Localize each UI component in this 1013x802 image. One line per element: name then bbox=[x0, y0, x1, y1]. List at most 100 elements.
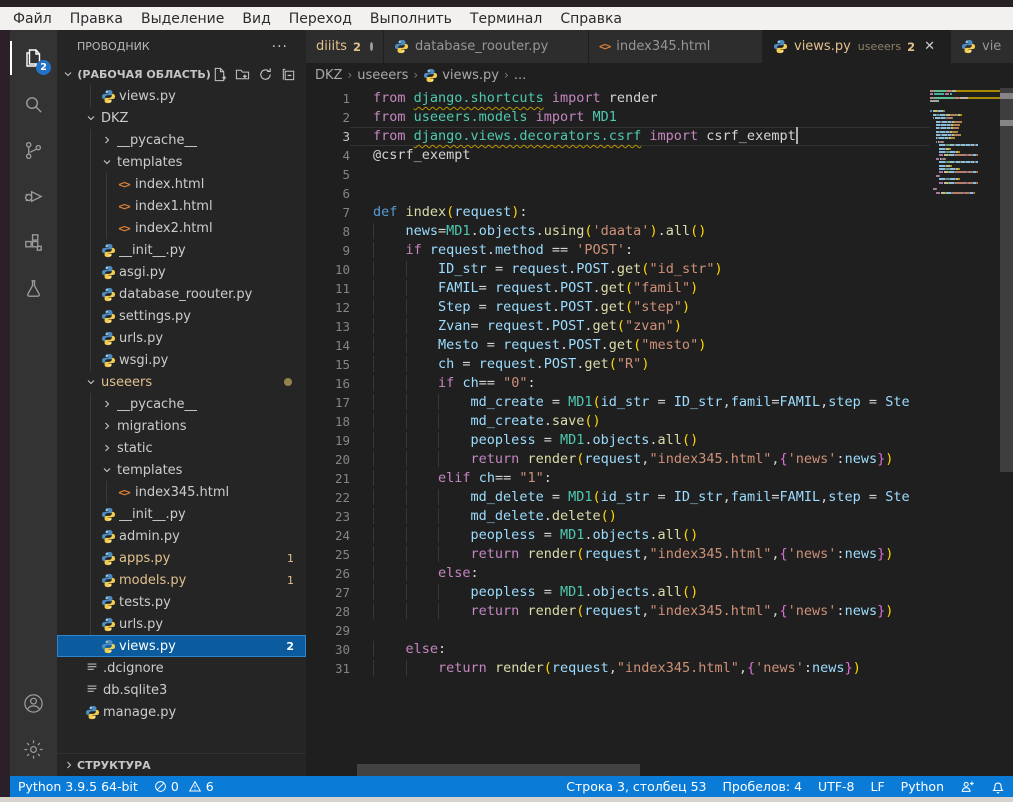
code-line-7[interactable]: 7def index(request): bbox=[306, 203, 1013, 222]
code-line-24[interactable]: 24 peopless = MD1.objects.all() bbox=[306, 526, 1013, 545]
file-tree-item-views-py[interactable]: views.py2 bbox=[57, 635, 306, 657]
code-line-13[interactable]: 13 Zvan= request.POST.get("zvan") bbox=[306, 317, 1013, 336]
encoding-item[interactable]: UTF-8 bbox=[810, 779, 862, 794]
file-tree-item-asgi-py[interactable]: asgi.py bbox=[57, 261, 306, 283]
code-line-14[interactable]: 14 Mesto = request.POST.get("mesto") bbox=[306, 336, 1013, 355]
menu-item-7[interactable]: Терминал bbox=[461, 11, 551, 27]
breadcrumb-item-views-py[interactable]: views.py bbox=[423, 68, 499, 83]
code-line-22[interactable]: 22 md_delete = MD1(id_str = ID_str,famil… bbox=[306, 488, 1013, 507]
workspace-section-header[interactable]: (РАБОЧАЯ ОБЛАСТЬ) ... bbox=[57, 63, 306, 85]
line-number[interactable]: 28 bbox=[306, 602, 350, 621]
code-line-6[interactable]: 6 bbox=[306, 184, 1013, 203]
vertical-scrollbar[interactable] bbox=[1000, 87, 1013, 776]
new-folder-icon[interactable] bbox=[235, 67, 250, 82]
file-tree-item--init-py[interactable]: __init__.py bbox=[57, 503, 306, 525]
line-number[interactable]: 7 bbox=[306, 203, 350, 222]
code-line-28[interactable]: 28 return render(request,"index345.html"… bbox=[306, 602, 1013, 621]
refresh-icon[interactable] bbox=[258, 67, 273, 82]
code-line-27[interactable]: 27 peopless = MD1.objects.all() bbox=[306, 583, 1013, 602]
editor-tab-views-py[interactable]: views.pyuseeers2✕ bbox=[763, 30, 951, 63]
line-number[interactable]: 17 bbox=[306, 393, 350, 412]
collapse-all-icon[interactable] bbox=[281, 67, 296, 82]
code-line-29[interactable]: 29 bbox=[306, 621, 1013, 640]
line-number[interactable]: 23 bbox=[306, 507, 350, 526]
folder-tree-item--pycache-[interactable]: __pycache__ bbox=[57, 393, 306, 415]
file-tree-item-views-py[interactable]: views.py bbox=[57, 85, 306, 107]
file-tree-item--dcignore[interactable]: .dcignore bbox=[57, 657, 306, 679]
code-line-11[interactable]: 11 FAMIL= request.POST.get("famil") bbox=[306, 279, 1013, 298]
editor-tab-index345-html[interactable]: <>index345.html bbox=[589, 30, 763, 63]
menu-item-6[interactable]: Выполнить bbox=[361, 11, 461, 27]
line-number[interactable]: 1 bbox=[306, 89, 350, 108]
code-line-17[interactable]: 17 md_create = MD1(id_str = ID_str,famil… bbox=[306, 393, 1013, 412]
code-line-31[interactable]: 31 return render(request,"index345.html"… bbox=[306, 659, 1013, 678]
line-number[interactable]: 4 bbox=[306, 146, 350, 165]
code-line-15[interactable]: 15 ch = request.POST.get("R") bbox=[306, 355, 1013, 374]
dirty-dot-icon[interactable] bbox=[370, 42, 373, 51]
file-tree-item-admin-py[interactable]: admin.py bbox=[57, 525, 306, 547]
code-line-1[interactable]: 1from django.shortcuts import render bbox=[306, 89, 1013, 108]
feedback-icon[interactable] bbox=[952, 780, 983, 794]
line-number[interactable]: 12 bbox=[306, 298, 350, 317]
file-tree-item-manage-py[interactable]: manage.py bbox=[57, 701, 306, 723]
line-number[interactable]: 18 bbox=[306, 412, 350, 431]
code-line-8[interactable]: 8 news=MD1.objects.using('daata').all() bbox=[306, 222, 1013, 241]
file-tree-item-index345-html[interactable]: <>index345.html bbox=[57, 481, 306, 503]
line-number[interactable]: 8 bbox=[306, 222, 350, 241]
code-line-23[interactable]: 23 md_delete.delete() bbox=[306, 507, 1013, 526]
code-line-10[interactable]: 10 ID_str = request.POST.get("id_str") bbox=[306, 260, 1013, 279]
source-control-icon[interactable] bbox=[10, 127, 57, 173]
editor-tab-diiits[interactable]: diiits2 bbox=[306, 30, 384, 63]
file-tree-item-settings-py[interactable]: settings.py bbox=[57, 305, 306, 327]
line-number[interactable]: 27 bbox=[306, 583, 350, 602]
eol-item[interactable]: LF bbox=[863, 779, 893, 794]
file-tree-item-tests-py[interactable]: tests.py bbox=[57, 591, 306, 613]
line-number[interactable]: 9 bbox=[306, 241, 350, 260]
line-number[interactable]: 31 bbox=[306, 659, 350, 678]
code-line-12[interactable]: 12 Step = request.POST.get("step") bbox=[306, 298, 1013, 317]
code-line-5[interactable]: 5 bbox=[306, 165, 1013, 184]
file-tree-item-index1-html[interactable]: <>index1.html bbox=[57, 195, 306, 217]
line-number[interactable]: 14 bbox=[306, 336, 350, 355]
editor-tab-vie[interactable]: vie bbox=[951, 30, 1013, 63]
menu-item-8[interactable]: Справка bbox=[551, 11, 631, 27]
outline-section-header[interactable]: СТРУКТУРА bbox=[57, 753, 306, 776]
file-tree-item-db-sqlite3[interactable]: db.sqlite3 bbox=[57, 679, 306, 701]
line-number[interactable]: 6 bbox=[306, 184, 350, 203]
notifications-bell-icon[interactable] bbox=[983, 780, 1013, 794]
file-tree-item-models-py[interactable]: models.py1 bbox=[57, 569, 306, 591]
code-line-4[interactable]: 4@csrf_exempt bbox=[306, 146, 1013, 165]
horizontal-scrollbar[interactable] bbox=[357, 764, 640, 776]
explorer-more-actions-button[interactable]: ··· bbox=[272, 39, 288, 55]
line-number[interactable]: 30 bbox=[306, 640, 350, 659]
menu-item-4[interactable]: Вид bbox=[233, 11, 279, 27]
line-number[interactable]: 5 bbox=[306, 165, 350, 184]
line-number[interactable]: 24 bbox=[306, 526, 350, 545]
menu-item-1[interactable]: Файл bbox=[4, 11, 61, 27]
explorer-icon[interactable]: 2 bbox=[10, 35, 57, 81]
testing-icon[interactable] bbox=[10, 265, 57, 311]
extensions-icon[interactable] bbox=[10, 219, 57, 265]
editor-tab-database-roouter-py[interactable]: database_roouter.py bbox=[384, 30, 589, 63]
code-line-18[interactable]: 18 md_create.save() bbox=[306, 412, 1013, 431]
line-number[interactable]: 15 bbox=[306, 355, 350, 374]
file-tree-item-index-html[interactable]: <>index.html bbox=[57, 173, 306, 195]
line-number[interactable]: 13 bbox=[306, 317, 350, 336]
line-number[interactable]: 21 bbox=[306, 469, 350, 488]
file-tree-item--init-py[interactable]: __init__.py bbox=[57, 239, 306, 261]
problems-item[interactable]: 0 6 bbox=[146, 779, 222, 794]
code-line-3[interactable]: 3from django.views.decorators.csrf impor… bbox=[306, 127, 1013, 146]
folder-tree-item-templates[interactable]: templates bbox=[57, 151, 306, 173]
line-number[interactable]: 2 bbox=[306, 108, 350, 127]
folder-tree-item-templates[interactable]: templates bbox=[57, 459, 306, 481]
line-number[interactable]: 20 bbox=[306, 450, 350, 469]
code-line-21[interactable]: 21 elif ch== "1": bbox=[306, 469, 1013, 488]
indentation-item[interactable]: Пробелов: 4 bbox=[715, 779, 811, 794]
vertical-scrollbar-slider[interactable] bbox=[1000, 88, 1013, 472]
code-line-30[interactable]: 30 else: bbox=[306, 640, 1013, 659]
code-line-2[interactable]: 2from useeers.models import MD1 bbox=[306, 108, 1013, 127]
code-line-19[interactable]: 19 peopless = MD1.objects.all() bbox=[306, 431, 1013, 450]
search-icon[interactable] bbox=[10, 81, 57, 127]
line-number[interactable]: 26 bbox=[306, 564, 350, 583]
close-icon[interactable]: ✕ bbox=[924, 39, 935, 54]
